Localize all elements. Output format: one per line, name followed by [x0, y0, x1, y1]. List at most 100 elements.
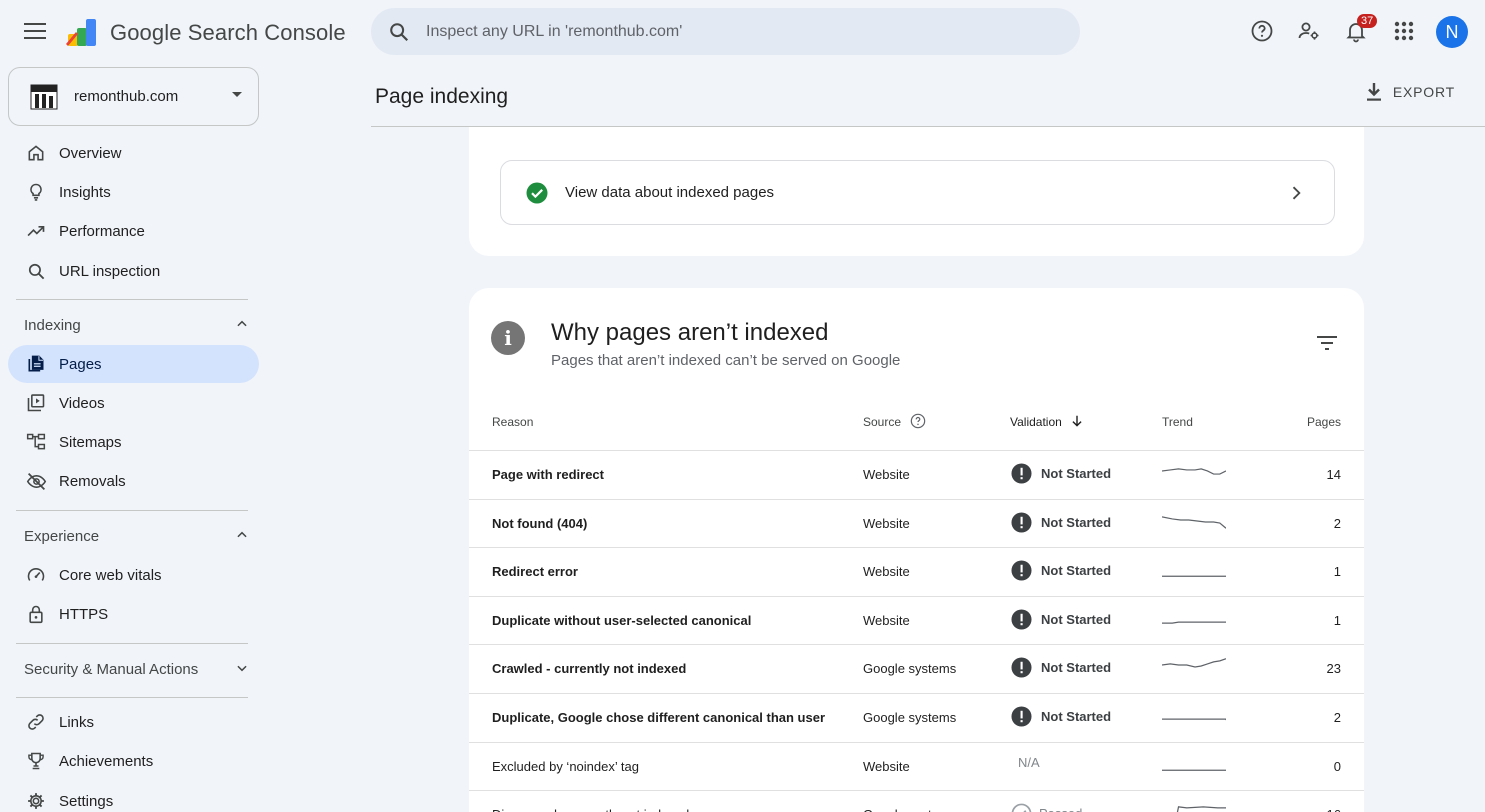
- pages-icon: [25, 353, 47, 375]
- page-header: Page indexing EXPORT: [371, 62, 1485, 127]
- view-indexed-pages-link[interactable]: View data about indexed pages: [500, 160, 1335, 225]
- nav-label: Videos: [59, 394, 105, 412]
- nav-removals[interactable]: Removals: [8, 462, 259, 500]
- nav-links[interactable]: Links: [8, 703, 259, 741]
- help-icon[interactable]: [910, 413, 926, 434]
- table-row[interactable]: Excluded by ‘noindex’ tag Website N/A 0: [469, 741, 1364, 790]
- manage-users-button[interactable]: [1294, 16, 1324, 46]
- page-title: Page indexing: [375, 85, 509, 108]
- validation-status: Not Started: [1041, 660, 1112, 676]
- row-pages: 1: [1333, 564, 1341, 580]
- row-pages: 0: [1333, 758, 1341, 774]
- table-row[interactable]: Crawled - currently not indexed Google sy…: [469, 644, 1364, 692]
- section-experience-toggle[interactable]: Experience: [8, 519, 259, 553]
- error-icon: [1011, 560, 1032, 581]
- nav-overview[interactable]: Overview: [8, 134, 259, 172]
- nav-settings[interactable]: Settings: [8, 782, 259, 812]
- column-header-source[interactable]: Source: [863, 415, 901, 429]
- nav-https[interactable]: HTTPS: [8, 595, 259, 633]
- column-header-trend: Trend: [1162, 415, 1193, 429]
- validation-status: Not Started: [1041, 563, 1112, 579]
- row-validation: Not Started: [1011, 512, 1111, 533]
- nav-sitemaps[interactable]: Sitemaps: [8, 423, 259, 461]
- table-row[interactable]: Not found (404) Website Not Started 2: [469, 498, 1364, 547]
- row-pages: 23: [1326, 661, 1341, 677]
- nav-core-web-vitals[interactable]: Core web vitals: [8, 556, 259, 594]
- error-icon: [1011, 512, 1032, 533]
- validation-status: Not Started: [1041, 514, 1112, 530]
- error-icon: [1011, 463, 1032, 484]
- search-icon: [388, 21, 410, 43]
- indexed-link-label: View data about indexed pages: [565, 184, 775, 201]
- section-security-toggle[interactable]: Security & Manual Actions: [8, 652, 259, 686]
- home-icon: [25, 142, 47, 164]
- row-pages: 1: [1333, 612, 1341, 628]
- nav-achievements[interactable]: Achievements: [8, 742, 259, 780]
- table-row[interactable]: Redirect error Website Not Started 1: [469, 547, 1364, 595]
- row-reason: Page with redirect: [492, 467, 604, 482]
- nav-pages[interactable]: Pages: [8, 345, 259, 383]
- nav-label: Sitemaps: [59, 433, 122, 451]
- help-icon: [1251, 20, 1273, 42]
- help-button[interactable]: [1247, 16, 1277, 46]
- row-reason: Not found (404): [492, 515, 588, 531]
- filter-button[interactable]: [1314, 330, 1340, 356]
- check-circle-icon: [526, 182, 548, 203]
- row-validation: Not Started: [1011, 560, 1111, 581]
- manage-accounts-icon: [1298, 22, 1319, 40]
- nav-videos[interactable]: Videos: [8, 384, 259, 422]
- column-header-validation[interactable]: Validation: [1010, 415, 1062, 429]
- row-source: Google systems: [863, 710, 957, 725]
- top-bar: Google Search Console 37 N: [0, 0, 1485, 62]
- trophy-icon: [25, 750, 47, 772]
- account-avatar[interactable]: N: [1436, 16, 1468, 48]
- trending-up-icon: [25, 220, 47, 242]
- nav-performance[interactable]: Performance: [8, 212, 259, 250]
- product-name: Google Search Console: [110, 20, 346, 45]
- dropdown-arrow-icon: [232, 92, 242, 97]
- notifications-button[interactable]: 37: [1341, 14, 1378, 46]
- main-menu-button[interactable]: [20, 16, 50, 46]
- nav-url-inspection[interactable]: URL inspection: [8, 252, 259, 290]
- apps-button[interactable]: [1389, 16, 1419, 46]
- url-inspection-search[interactable]: [371, 8, 1080, 55]
- nav-label: Insights: [59, 183, 111, 201]
- column-header-reason[interactable]: Reason: [492, 415, 533, 429]
- row-source: Website: [863, 758, 910, 774]
- row-source: Website: [863, 612, 910, 628]
- row-source: Website: [863, 515, 910, 531]
- info-icon: i: [491, 321, 525, 355]
- table-row[interactable]: Duplicate, Google chose different canoni…: [469, 693, 1364, 741]
- export-button[interactable]: EXPORT: [1365, 82, 1455, 102]
- sort-arrow-down-icon[interactable]: [1070, 414, 1084, 433]
- gear-icon: [25, 790, 47, 812]
- property-name: remonthub.com: [74, 88, 179, 105]
- error-icon: [1011, 657, 1032, 678]
- table-row[interactable]: Page with redirect Website Not Started 14: [469, 450, 1364, 498]
- property-selector[interactable]: remonthub.com: [8, 67, 259, 126]
- visibility-off-icon: [25, 470, 47, 492]
- column-header-pages[interactable]: Pages: [1307, 415, 1341, 429]
- video-library-icon: [25, 392, 47, 414]
- row-validation: Not Started: [1011, 463, 1111, 484]
- chevron-up-icon: [237, 320, 247, 327]
- validation-status: Not Started: [1041, 709, 1112, 724]
- validation-status: Not Started: [1041, 466, 1112, 481]
- search-console-logo[interactable]: [66, 16, 100, 48]
- section-indexing-toggle[interactable]: Indexing: [8, 308, 259, 342]
- nav-insights[interactable]: Insights: [8, 173, 259, 211]
- table-row[interactable]: Duplicate without user-selected canonica…: [469, 595, 1364, 644]
- row-reason: Excluded by ‘noindex’ tag: [492, 758, 639, 774]
- nav-label: Performance: [59, 222, 145, 240]
- search-input[interactable]: [426, 22, 1026, 41]
- table-row[interactable]: Discovered - currently not indexed Google…: [469, 790, 1364, 812]
- card-title: Why pages aren’t indexed: [551, 319, 829, 346]
- trend-sparkline: [1162, 515, 1226, 529]
- row-reason: Discovered - currently not indexed: [492, 807, 689, 812]
- lock-icon: [25, 603, 47, 625]
- check-circle-outline-icon: [1011, 803, 1032, 812]
- sidebar-divider: [16, 643, 248, 644]
- row-pages: 2: [1333, 710, 1341, 725]
- row-pages: 16: [1327, 807, 1341, 812]
- row-source: Google systems: [863, 661, 957, 677]
